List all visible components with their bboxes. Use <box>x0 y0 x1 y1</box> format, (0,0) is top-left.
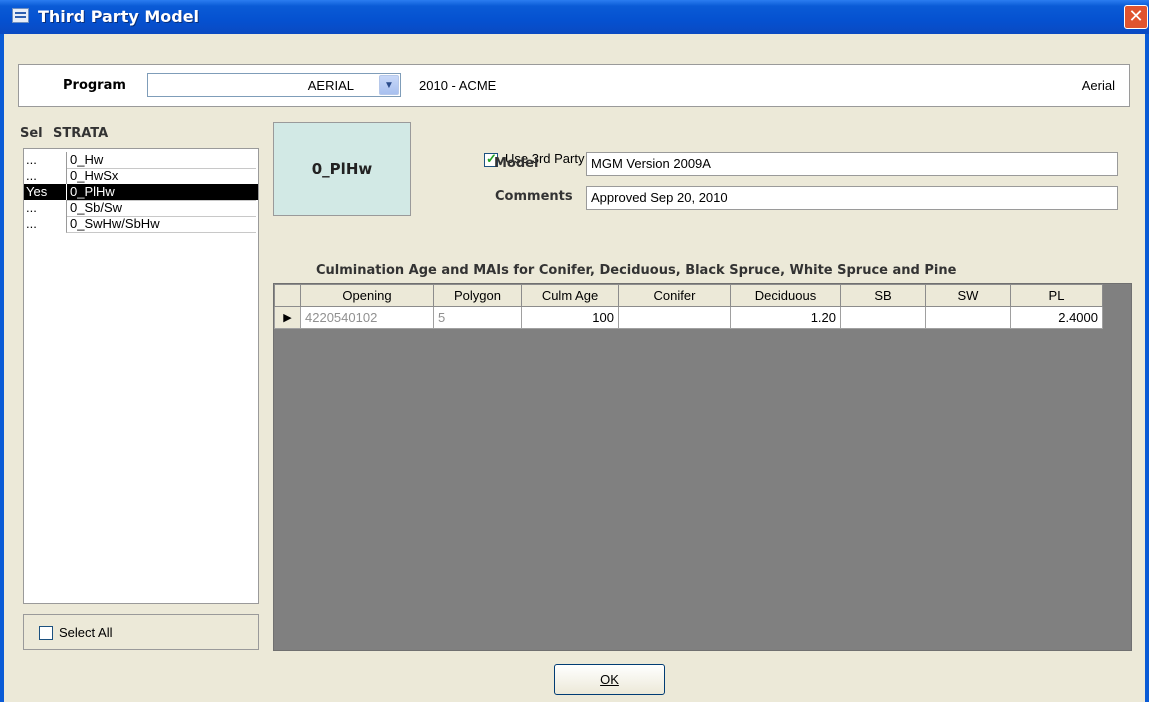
culmination-grid: Opening Polygon Culm Age Conifer Deciduous SB… <box>273 283 1132 651</box>
strata-row[interactable]: ... 0_SwHw/SbHw <box>24 216 258 233</box>
grid-caption: Culmination Age and MAIs for Conifer, De… <box>316 263 957 278</box>
select-all-checkbox[interactable] <box>39 626 53 640</box>
ok-button-label: OK <box>600 672 619 687</box>
grid-cell[interactable]: 4220540102 <box>300 306 434 329</box>
grid-column-header[interactable]: Deciduous <box>730 284 841 307</box>
select-all-panel: Select All <box>23 614 259 650</box>
grid-column-header[interactable]: PL <box>1010 284 1103 307</box>
strata-row-name[interactable]: 0_Sb/Sw <box>66 200 256 217</box>
grid-cell[interactable] <box>925 306 1011 329</box>
grid-column-header[interactable]: SB <box>840 284 926 307</box>
close-icon[interactable]: ✕ <box>1124 5 1148 29</box>
dialog-window: Third Party Model ✕ Program AERIAL ▼ 201… <box>0 0 1149 702</box>
grid-column-header[interactable]: Conifer <box>618 284 731 307</box>
model-field[interactable]: MGM Version 2009A <box>586 152 1118 176</box>
strata-row-sel[interactable]: ... <box>26 168 66 184</box>
grid-cell[interactable]: 1.20 <box>730 306 841 329</box>
chevron-down-icon[interactable]: ▼ <box>379 75 399 95</box>
strata-row[interactable]: Yes 0_PlHw <box>24 184 258 201</box>
grid-column-header[interactable]: Culm Age <box>521 284 619 307</box>
strata-row[interactable]: ... 0_HwSx <box>24 168 258 185</box>
strata-row-sel[interactable]: ... <box>26 200 66 216</box>
row-selector-header <box>274 284 301 307</box>
program-selected-value: AERIAL <box>307 78 354 93</box>
program-year-company: 2010 - ACME <box>419 78 497 93</box>
strata-column-header: STRATA <box>53 126 109 141</box>
sel-column-header: Sel <box>20 126 43 141</box>
grid-cell[interactable]: 5 <box>433 306 522 329</box>
grid-table: Opening Polygon Culm Age Conifer Deciduous SB… <box>274 284 1103 329</box>
comments-field[interactable]: Approved Sep 20, 2010 <box>586 186 1118 210</box>
program-header: Program AERIAL ▼ 2010 - ACME Aerial <box>18 64 1130 107</box>
program-label: Program <box>63 78 126 93</box>
selected-stratum-badge: 0_PlHw <box>273 122 411 216</box>
grid-column-header[interactable]: Polygon <box>433 284 522 307</box>
program-type: Aerial <box>1081 78 1115 93</box>
grid-row[interactable]: ▶ 4220540102 5 100 1.20 2.4000 <box>274 306 1103 329</box>
strata-row-sel[interactable]: Yes <box>26 184 66 200</box>
select-all-label[interactable]: Select All <box>59 625 112 640</box>
strata-row-sel[interactable]: ... <box>26 152 66 168</box>
strata-row-sel[interactable]: ... <box>26 216 66 232</box>
strata-row-name[interactable]: 0_Hw <box>66 152 256 169</box>
comments-label: Comments <box>495 189 573 204</box>
window-title: Third Party Model <box>38 7 200 26</box>
strata-row[interactable]: ... 0_Hw <box>24 152 258 169</box>
model-label: Model <box>494 156 539 171</box>
grid-column-header[interactable]: Opening <box>300 284 434 307</box>
grid-cell[interactable]: 100 <box>521 306 619 329</box>
dialog-client: Program AERIAL ▼ 2010 - ACME Aerial Sel … <box>4 34 1145 702</box>
strata-list[interactable]: ... 0_Hw... 0_HwSx Yes 0_PlHw... 0_Sb/Sw... 0_… <box>23 148 259 604</box>
strata-row[interactable]: ... 0_Sb/Sw <box>24 200 258 217</box>
current-record-indicator[interactable]: ▶ <box>274 306 301 329</box>
grid-cell[interactable] <box>618 306 731 329</box>
ok-button[interactable]: OK <box>554 664 665 695</box>
title-bar[interactable]: Third Party Model ✕ <box>0 0 1149 34</box>
strata-row-name[interactable]: 0_SwHw/SbHw <box>66 216 256 233</box>
grid-cell[interactable]: 2.4000 <box>1010 306 1103 329</box>
grid-cell[interactable] <box>840 306 926 329</box>
strata-row-name[interactable]: 0_PlHw <box>66 184 256 201</box>
strata-row-name[interactable]: 0_HwSx <box>66 168 256 185</box>
grid-column-header[interactable]: SW <box>925 284 1011 307</box>
form-icon <box>12 8 29 23</box>
program-select[interactable]: AERIAL ▼ <box>147 73 401 97</box>
